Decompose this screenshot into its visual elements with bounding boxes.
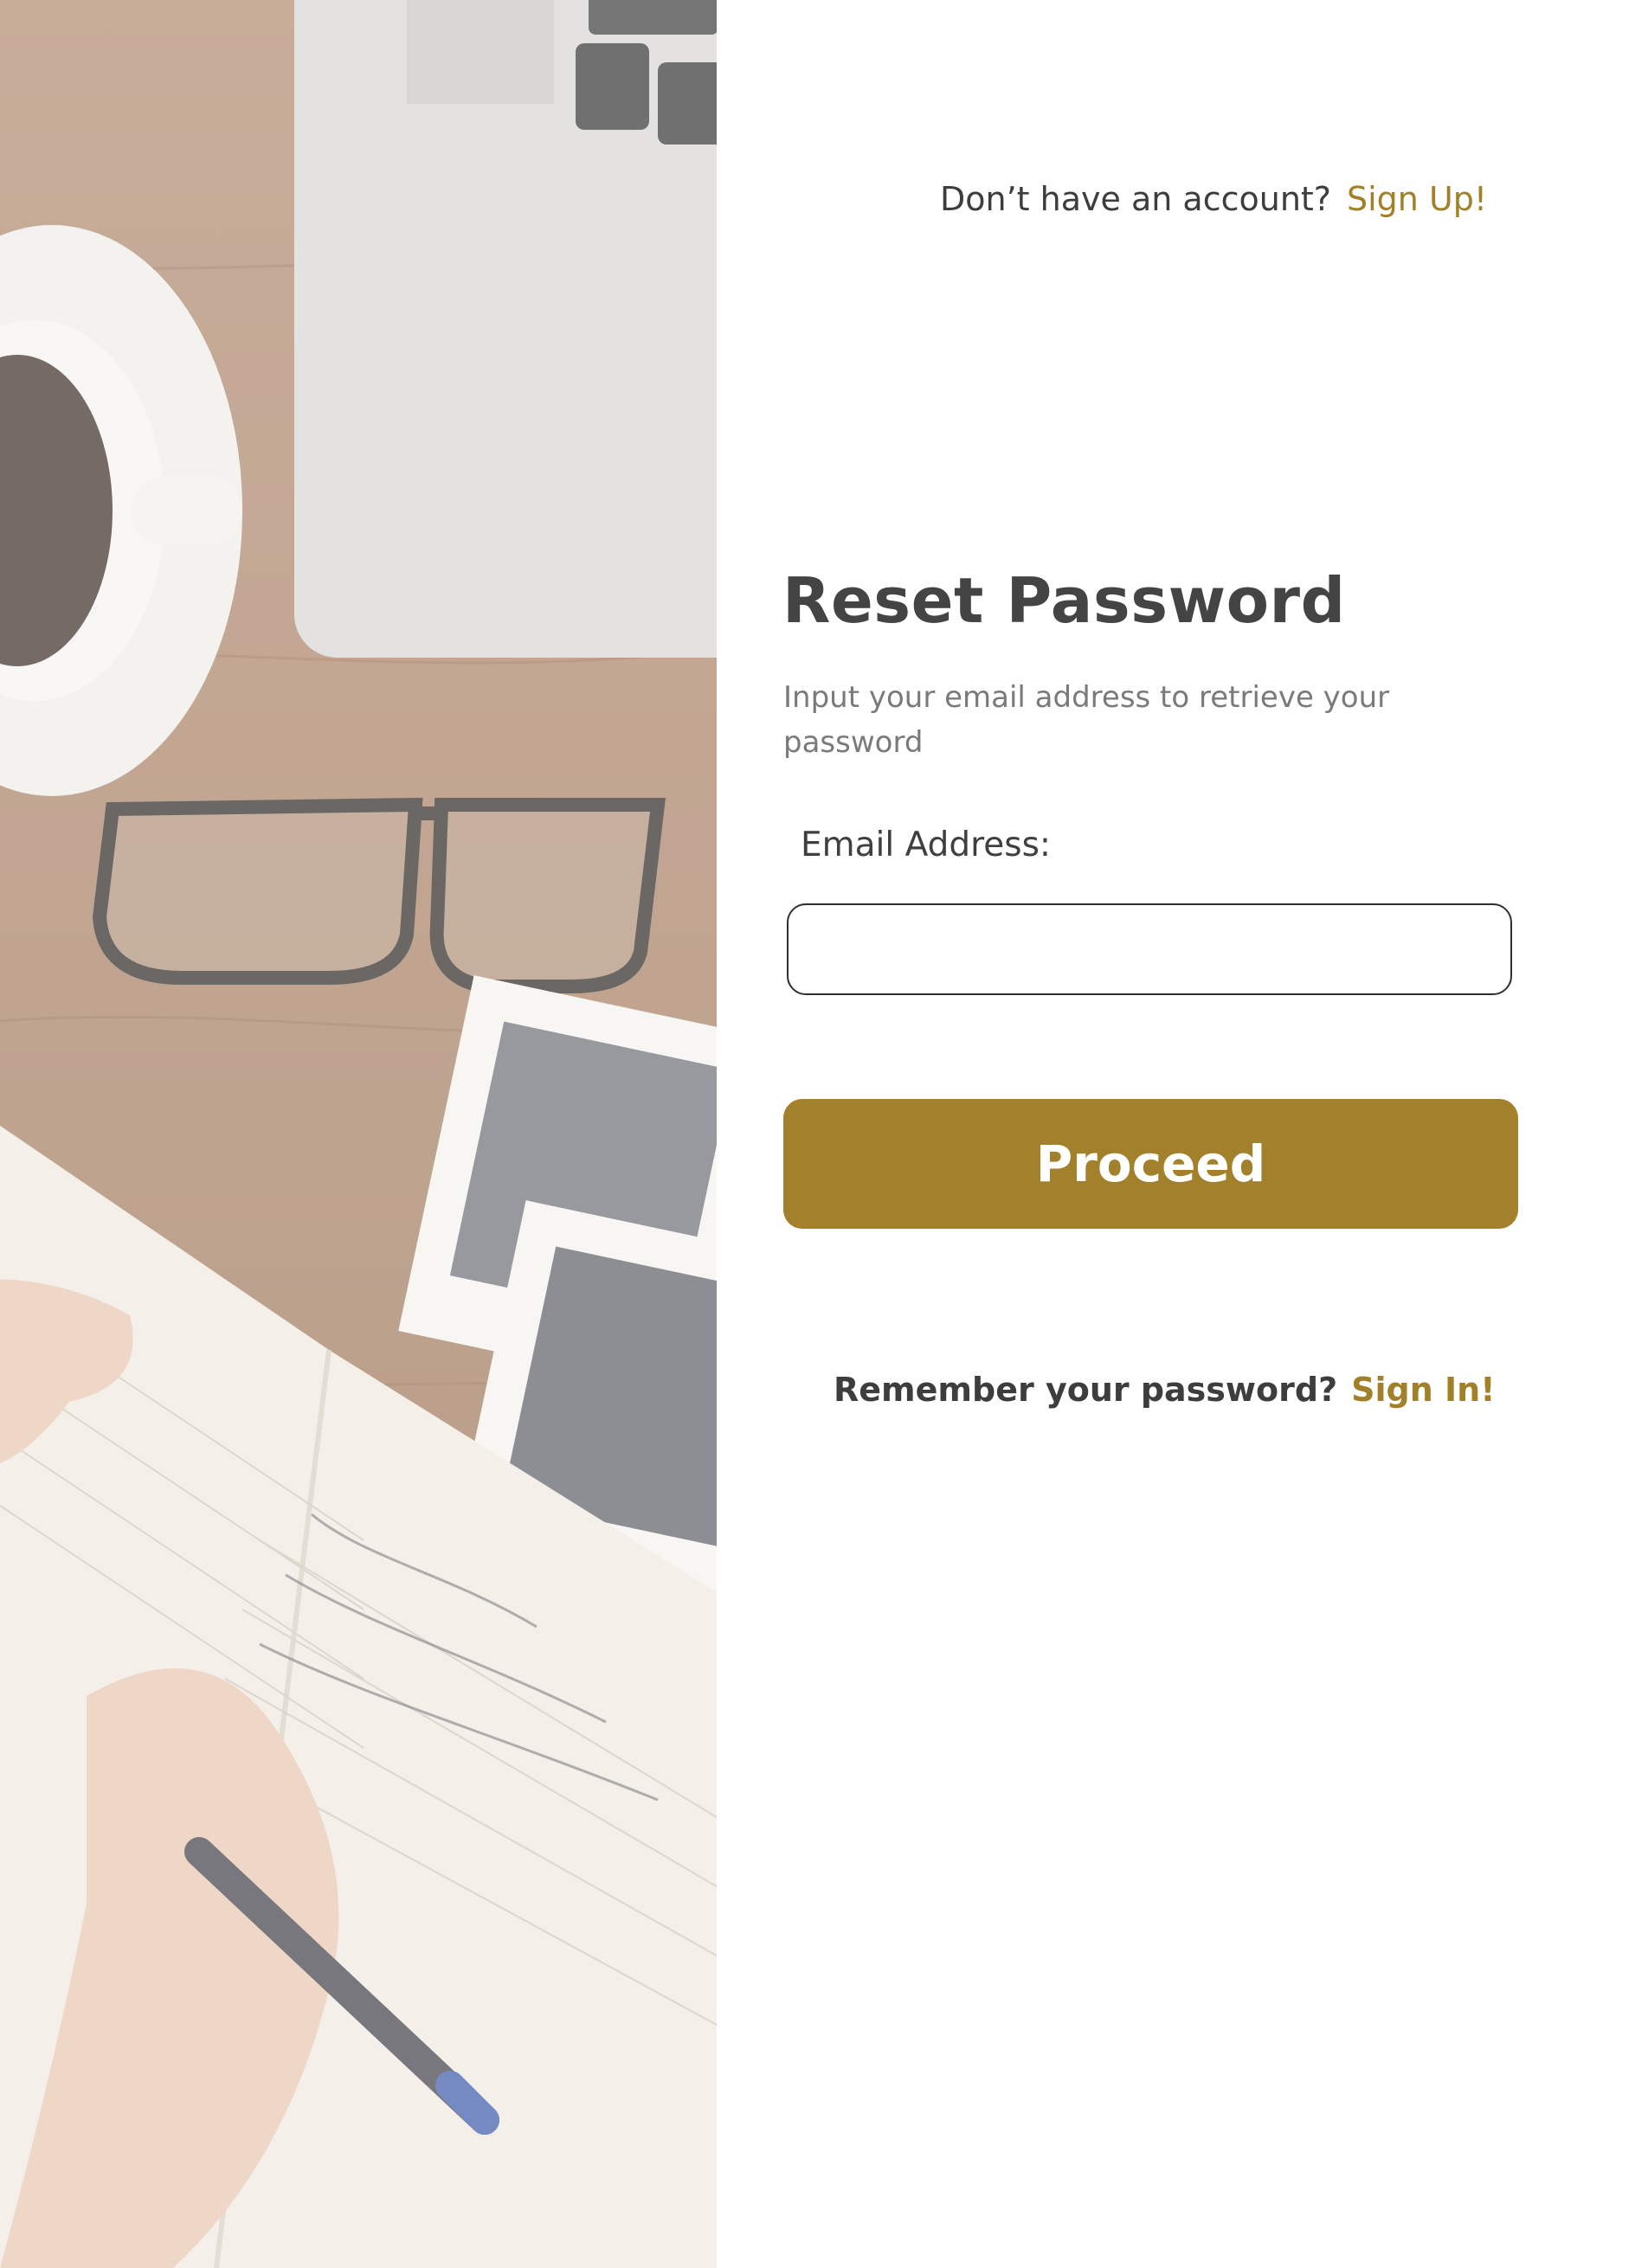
signup-prompt-text: Don’t have an account? [940, 180, 1331, 218]
signin-prompt-text: Remember your password? [834, 1371, 1338, 1409]
signup-prompt: Don’t have an account? Sign Up! [940, 180, 1546, 218]
page-subtitle: Input your email address to retrieve you… [783, 680, 1390, 760]
signin-link[interactable]: Sign In! [1351, 1371, 1495, 1409]
hero-photo [0, 0, 717, 2268]
email-label: Email Address: [801, 826, 1052, 864]
signin-prompt: Remember your password? Sign In! [834, 1371, 1526, 1409]
proceed-button[interactable]: Proceed [783, 1099, 1518, 1229]
photo-overlay [0, 0, 717, 2268]
email-field[interactable] [787, 903, 1512, 995]
signup-link[interactable]: Sign Up! [1347, 180, 1487, 218]
page-title: Reset Password [782, 564, 1346, 637]
